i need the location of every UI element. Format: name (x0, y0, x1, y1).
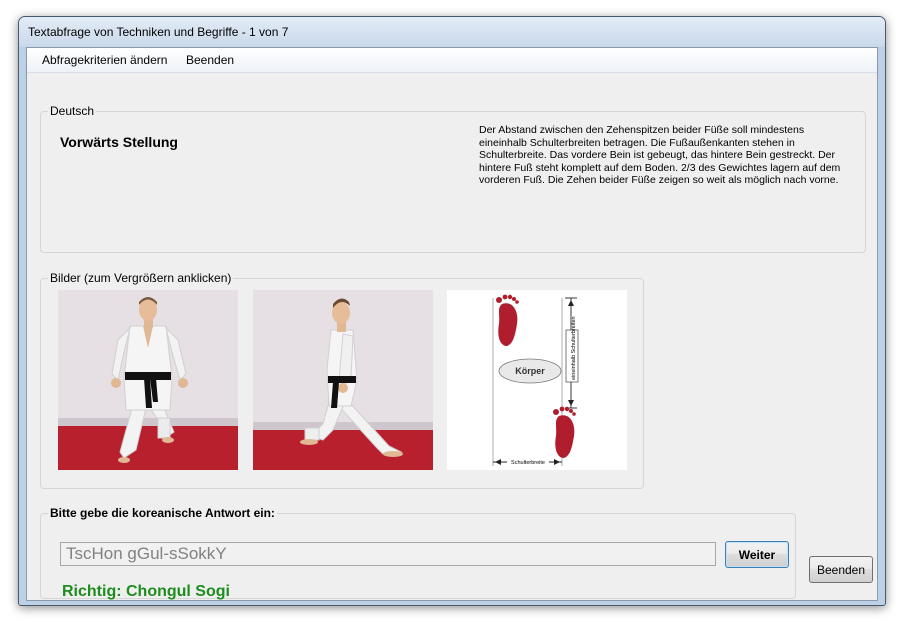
answer-group: Bitte gebe die koreanische Antwort ein: … (40, 506, 796, 600)
answer-legend: Bitte gebe die koreanische Antwort ein: (48, 506, 277, 520)
title-bar[interactable]: Textabfrage von Techniken und Begriffe -… (19, 17, 885, 47)
result-text: Richtig: Chongul Sogi (62, 583, 230, 600)
menu-bar: Abfragekriterien ändern Beenden (27, 48, 877, 73)
vertical-measure-label: eineinhalb Schulterbreiten (571, 316, 577, 380)
menu-item-beenden[interactable]: Beenden (186, 53, 234, 67)
body-label: Körper (515, 366, 545, 376)
person-front-illustration (58, 290, 238, 470)
photo-front-stance[interactable] (58, 290, 238, 470)
window-title: Textabfrage von Techniken und Begriffe -… (28, 25, 289, 39)
stance-diagram[interactable]: eineinhalb Schulterbreiten Körper Schult… (447, 290, 627, 470)
menu-item-abfragekriterien[interactable]: Abfragekriterien ändern (42, 53, 167, 67)
bilder-legend: Bilder (zum Vergrößern anklicken) (48, 271, 234, 285)
stance-diagram-illustration: eineinhalb Schulterbreiten Körper Schult… (447, 290, 627, 470)
client-area: Abfragekriterien ändern Beenden Deutsch … (26, 47, 878, 601)
term-description: Der Abstand zwischen den Zehenspitzen be… (479, 124, 841, 186)
weiter-button[interactable]: Weiter (725, 541, 789, 568)
app-window: Textabfrage von Techniken und Begriffe -… (18, 16, 886, 606)
german-term: Vorwärts Stellung (60, 134, 178, 150)
photo-side-stance[interactable] (253, 290, 433, 470)
bilder-group: Bilder (zum Vergrößern anklicken) einein… (40, 271, 644, 489)
person-side-illustration (253, 290, 433, 470)
bottom-measure-label: Schulterbreite (511, 460, 545, 466)
deutsch-group: Deutsch Vorwärts Stellung Der Abstand zw… (40, 104, 866, 253)
beenden-button[interactable]: Beenden (809, 556, 873, 583)
deutsch-legend: Deutsch (48, 104, 97, 118)
answer-input[interactable] (60, 542, 716, 566)
